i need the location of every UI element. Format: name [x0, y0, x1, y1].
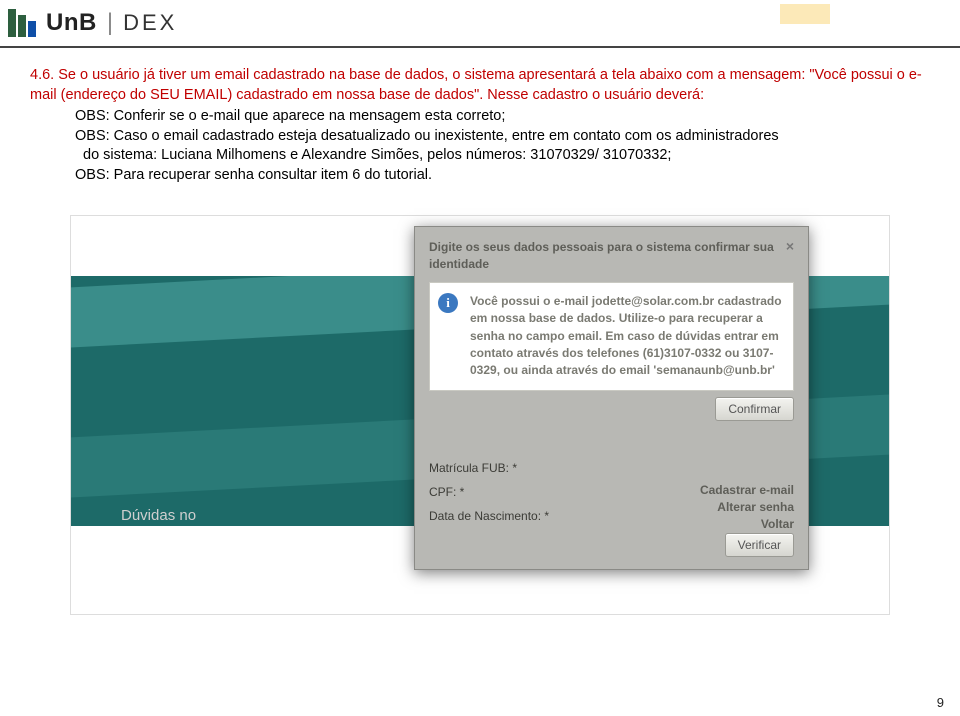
confirmar-button[interactable]: Confirmar	[715, 397, 794, 421]
unb-logo-text: UnB	[46, 9, 97, 37]
document-body: 4.6. Se o usuário já tiver um email cada…	[0, 48, 960, 615]
verificar-button[interactable]: Verificar	[725, 533, 794, 557]
obs-line-1: OBS: Conferir se o e-mail que aparece na…	[75, 107, 930, 127]
obs-list: OBS: Conferir se o e-mail que aparece na…	[75, 107, 930, 185]
obs-line-3: OBS: Para recuperar senha consultar item…	[75, 166, 930, 186]
confirm-row: Confirmar	[429, 397, 794, 421]
identity-dialog: Digite os seus dados pessoais para o sis…	[414, 226, 809, 569]
duvidas-text: Dúvidas no	[121, 507, 196, 524]
matricula-label: Matrícula FUB: *	[429, 461, 564, 475]
side-links: Cadastrar e-mail Alterar senha Voltar	[700, 482, 794, 532]
info-message-box: i Você possui o e-mail jodette@solar.com…	[429, 282, 794, 391]
obs-line-2: OBS: Caso o email cadastrado esteja desa…	[75, 127, 930, 147]
info-message-text: Você possui o e-mail jodette@solar.com.b…	[470, 294, 782, 378]
page-header: UnB | DEX	[0, 0, 960, 48]
dialog-title: Digite os seus dados pessoais para o sis…	[429, 239, 786, 271]
alterar-senha-link[interactable]: Alterar senha	[700, 499, 794, 516]
section-heading: 4.6. Se o usuário já tiver um email cada…	[30, 66, 930, 105]
cadastrar-email-link[interactable]: Cadastrar e-mail	[700, 482, 794, 499]
unb-logo-mark	[8, 9, 36, 37]
cpf-label: CPF: *	[429, 485, 564, 499]
verify-row: Verificar	[429, 533, 794, 557]
obs-line-2b: do sistema: Luciana Milhomens e Alexandr…	[83, 146, 930, 166]
voltar-link[interactable]: Voltar	[700, 516, 794, 533]
logo-divider: |	[107, 9, 113, 37]
dialog-header: Digite os seus dados pessoais para o sis…	[429, 239, 794, 271]
dex-logo-text: DEX	[123, 10, 177, 36]
data-nascimento-label: Data de Nascimento: *	[429, 509, 564, 523]
page-number: 9	[937, 695, 944, 710]
embedded-screenshot: Dúvidas no Digite os seus dados pessoais…	[70, 215, 890, 615]
close-icon[interactable]: ×	[786, 239, 794, 253]
highlight-mark	[780, 4, 830, 24]
info-icon: i	[438, 293, 458, 313]
matricula-row: Matrícula FUB: *	[429, 461, 794, 475]
